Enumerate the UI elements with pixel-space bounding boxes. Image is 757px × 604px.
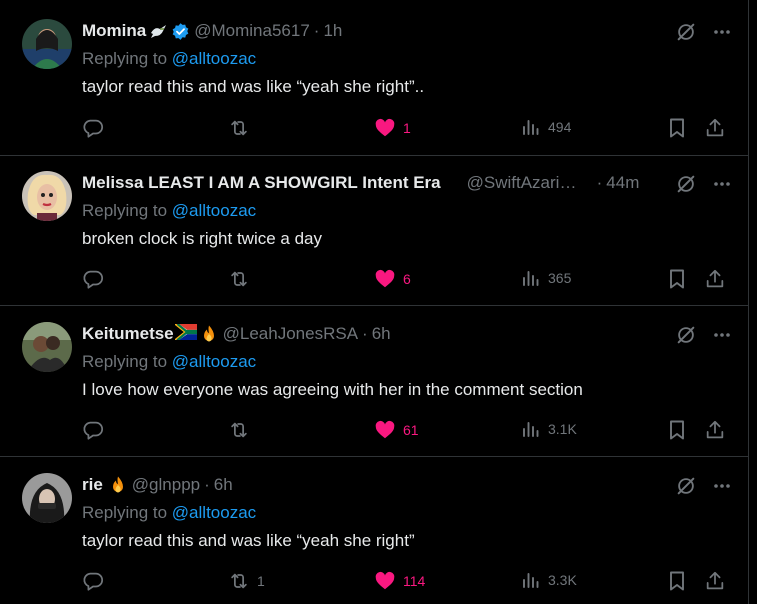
like-count: 61: [403, 422, 419, 438]
user-handle[interactable]: @LeahJonesRSA: [223, 324, 358, 344]
tweet-top-icons: [675, 21, 731, 43]
bookmark-button[interactable]: [667, 570, 687, 592]
reply-button[interactable]: [82, 419, 111, 441]
views-count: 3.1K: [548, 421, 577, 437]
reply-button[interactable]: [82, 570, 111, 592]
separator-dot: ·: [313, 21, 320, 40]
grok-icon[interactable]: [675, 324, 697, 346]
timestamp[interactable]: 1h: [323, 21, 342, 41]
replying-to: Replying to @alltoozac: [82, 49, 256, 69]
avatar[interactable]: [22, 171, 72, 221]
display-name[interactable]: rie: [82, 475, 103, 495]
dove-emoji: [148, 21, 168, 41]
share-button[interactable]: [704, 419, 726, 441]
replying-to-label: Replying to: [82, 352, 168, 371]
user-handle[interactable]: @glnppp: [132, 475, 200, 495]
action-bar: 61 3.1K: [82, 419, 731, 441]
timestamp[interactable]: 44m: [606, 173, 639, 193]
like-count: 6: [403, 271, 411, 287]
tweet-top-icons: [675, 324, 731, 346]
replying-to: Replying to @alltoozac: [82, 503, 256, 523]
views-button[interactable]: 365: [521, 268, 571, 288]
share-button[interactable]: [704, 117, 726, 139]
more-options-icon[interactable]: [713, 175, 731, 193]
share-button[interactable]: [704, 268, 726, 290]
reply-tweet[interactable]: Melissa LEAST I AM A SHOWGIRL Intent Era…: [0, 156, 749, 306]
bookmark-button[interactable]: [667, 117, 687, 139]
tweet-header: rie @glnppp · 6h: [82, 474, 719, 496]
like-button[interactable]: 6: [374, 268, 411, 290]
reply-button[interactable]: [82, 117, 111, 139]
user-handle[interactable]: @SwiftAzaria13: [467, 173, 585, 193]
more-options-icon[interactable]: [713, 23, 731, 41]
tweet-text: I love how everyone was agreeing with he…: [82, 380, 583, 399]
like-count: 1: [403, 120, 411, 136]
views-count: 365: [548, 270, 572, 286]
retweet-count: 1: [257, 573, 265, 589]
like-button[interactable]: 1: [374, 117, 411, 139]
more-options-icon[interactable]: [713, 477, 731, 495]
bookmark-button[interactable]: [667, 419, 687, 441]
separator-dot: ·: [362, 324, 368, 343]
like-button[interactable]: 114: [374, 570, 425, 592]
share-button[interactable]: [704, 570, 726, 592]
retweet-button[interactable]: [228, 117, 257, 139]
user-handle[interactable]: @Momina5617: [194, 21, 310, 41]
retweet-button[interactable]: [228, 268, 257, 290]
retweet-button[interactable]: 1: [228, 570, 265, 592]
display-name[interactable]: Melissa LEAST I AM A SHOWGIRL Intent Era: [82, 173, 441, 193]
display-name[interactable]: Keitumetse: [82, 324, 174, 344]
bookmark-button[interactable]: [667, 268, 687, 290]
tweet-text: taylor read this and was like “yeah she …: [82, 531, 415, 550]
action-bar: 1 494: [82, 117, 731, 139]
reply-feed: Momina @Momina5617 · 1h Replying to @all…: [0, 0, 749, 604]
replying-to-link[interactable]: @alltoozac: [172, 352, 256, 371]
like-count: 114: [403, 573, 426, 589]
tweet-header: Momina @Momina5617 · 1h: [82, 20, 719, 42]
separator-dot: ·: [596, 173, 603, 192]
fire-emoji: [108, 475, 128, 495]
reply-tweet[interactable]: Keitumetse @LeahJonesRSA · 6h Replying t…: [0, 306, 749, 457]
views-button[interactable]: 3.3K: [521, 570, 577, 590]
tweet-header: Melissa LEAST I AM A SHOWGIRL Intent Era…: [82, 172, 719, 194]
tweet-text: broken clock is right twice a day: [82, 229, 322, 248]
fire-emoji: [199, 324, 219, 344]
timestamp[interactable]: 6h: [214, 475, 233, 495]
avatar[interactable]: [22, 322, 72, 372]
replying-to-link[interactable]: @alltoozac: [172, 49, 256, 68]
action-bar: 6 365: [82, 268, 731, 290]
replying-to: Replying to @alltoozac: [82, 352, 256, 372]
replying-to: Replying to @alltoozac: [82, 201, 256, 221]
tweet-text: taylor read this and was like “yeah she …: [82, 77, 425, 96]
replying-to-label: Replying to: [82, 201, 168, 220]
tweet-header: Keitumetse @LeahJonesRSA · 6h: [82, 323, 719, 345]
separator-dot: ·: [204, 475, 210, 494]
south-africa-flag-emoji: [174, 323, 198, 344]
replying-to-link[interactable]: @alltoozac: [172, 503, 256, 522]
reply-tweet[interactable]: Momina @Momina5617 · 1h Replying to @all…: [0, 0, 749, 156]
views-count: 494: [548, 119, 572, 135]
views-button[interactable]: 494: [521, 117, 571, 137]
views-button[interactable]: 3.1K: [521, 419, 577, 439]
avatar[interactable]: [22, 473, 72, 523]
grok-icon[interactable]: [675, 21, 697, 43]
tweet-top-icons: [675, 173, 731, 195]
reply-button[interactable]: [82, 268, 111, 290]
display-name[interactable]: Momina: [82, 21, 146, 41]
tweet-top-icons: [675, 475, 731, 497]
grok-icon[interactable]: [675, 173, 697, 195]
replying-to-label: Replying to: [82, 49, 168, 68]
views-count: 3.3K: [548, 572, 577, 588]
verified-badge-icon[interactable]: [171, 22, 190, 41]
retweet-button[interactable]: [228, 419, 257, 441]
like-button[interactable]: 61: [374, 419, 419, 441]
timestamp[interactable]: 6h: [372, 324, 391, 344]
replying-to-label: Replying to: [82, 503, 168, 522]
action-bar: 1 114 3.3K: [82, 570, 731, 592]
avatar[interactable]: [22, 19, 72, 69]
grok-icon[interactable]: [675, 475, 697, 497]
reply-tweet[interactable]: rie @glnppp · 6h Replying to @alltoozac …: [0, 457, 749, 604]
replying-to-link[interactable]: @alltoozac: [172, 201, 256, 220]
more-options-icon[interactable]: [713, 326, 731, 344]
